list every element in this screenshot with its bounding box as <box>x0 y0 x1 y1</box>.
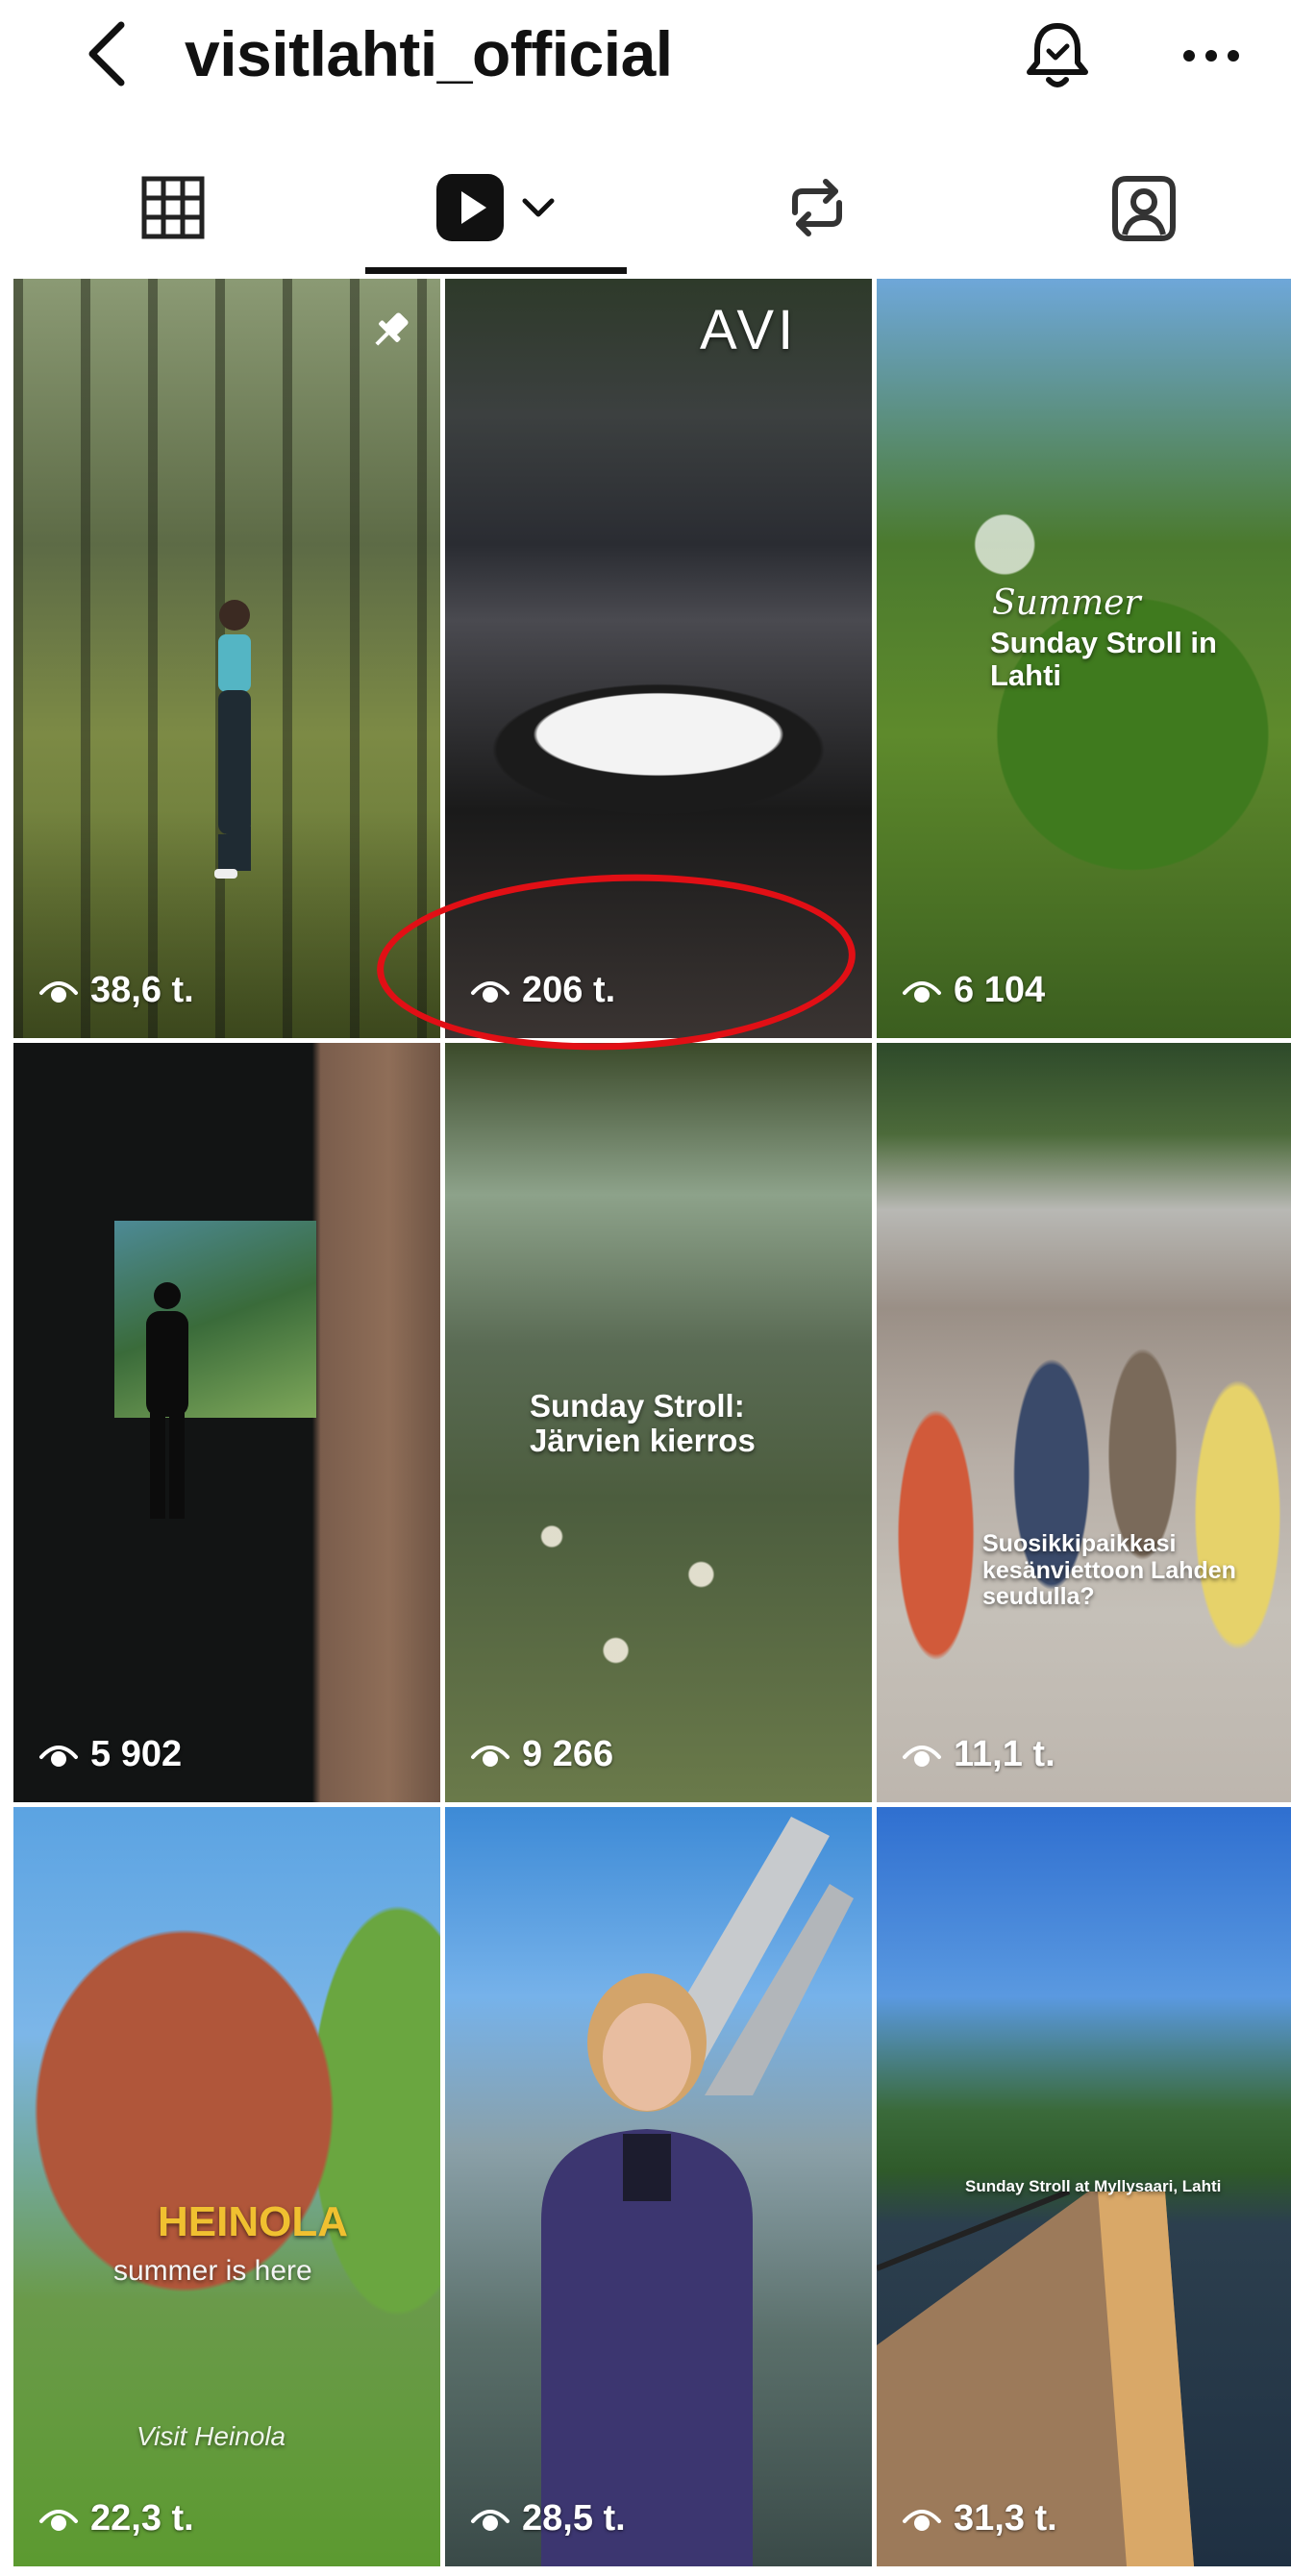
visit-heinola-logo: Visit Heinola <box>137 2421 286 2451</box>
overlay-title: Sunday Stroll: Järvien kierros <box>530 1388 756 1459</box>
view-count: 206 t. <box>470 970 615 1011</box>
view-count: 31,3 t. <box>902 2498 1057 2539</box>
notifications-button[interactable] <box>1019 17 1096 94</box>
venue-sign: AVI <box>700 299 798 361</box>
reel-thumbnail[interactable]: 5 902 <box>13 1043 440 1802</box>
overlay-title: HEINOLA <box>158 2198 348 2245</box>
profile-tabs <box>0 144 1291 277</box>
back-button[interactable] <box>77 17 135 90</box>
heinola-tree-image <box>13 1807 440 2566</box>
eye-icon <box>39 1745 78 1767</box>
eye-icon <box>39 2509 78 2531</box>
view-count: 5 902 <box>38 1734 182 1775</box>
eye-icon <box>471 980 509 1003</box>
runner-figure <box>214 600 251 879</box>
tab-reposts[interactable] <box>740 144 894 271</box>
overlay-title: Sunday Stroll at Myllysaari, Lahti <box>965 2177 1222 2195</box>
view-count: 9 266 <box>470 1734 613 1775</box>
reel-thumbnail[interactable]: Sunday Stroll at Myllysaari, Lahti 31,3 … <box>877 1807 1291 2566</box>
reel-thumbnail[interactable]: Suosikkipaikkasi kesänviettoon Lahden se… <box>877 1043 1291 1802</box>
repost-icon <box>792 179 842 236</box>
more-options-button[interactable] <box>1173 17 1250 94</box>
eye-icon <box>471 2509 509 2531</box>
tab-reels[interactable] <box>365 144 625 271</box>
eye-icon <box>903 2509 941 2531</box>
gallery-silhouette-image <box>13 1043 440 1802</box>
eye-icon <box>903 1745 941 1767</box>
view-count: 22,3 t. <box>38 2498 194 2539</box>
reel-thumbnail[interactable]: Summer Sunday Stroll in Lahti 6 104 <box>877 279 1291 1038</box>
reel-thumbnail[interactable]: Sunday Stroll: Järvien kierros 9 266 <box>445 1043 872 1802</box>
profile-header: visitlahti_official <box>0 0 1291 115</box>
active-tab-indicator <box>365 267 627 274</box>
reels-grid: 38,6 t. AVI 206 t. Summer Sunday Stroll … <box>13 279 1291 2576</box>
bell-icon <box>1027 23 1088 87</box>
eye-icon <box>39 980 78 1003</box>
hot-tub-crowd-image <box>445 279 872 1038</box>
overlay-title: Suosikkipaikkasi kesänviettoon Lahden se… <box>982 1530 1236 1610</box>
overlay-title: Sunday Stroll in Lahti <box>990 626 1217 693</box>
tab-posts-grid[interactable] <box>96 144 250 271</box>
grid-icon <box>141 176 205 239</box>
woman-figure <box>541 1973 753 2566</box>
reel-thumbnail[interactable]: 38,6 t. <box>13 279 440 1038</box>
profile-username: visitlahti_official <box>185 18 673 89</box>
reel-thumbnail[interactable]: 28,5 t. <box>445 1807 872 2566</box>
tagged-user-icon <box>1112 176 1176 241</box>
view-count: 38,6 t. <box>38 970 194 1011</box>
eye-icon <box>471 1745 509 1767</box>
reel-thumbnail[interactable]: AVI 206 t. <box>445 279 872 1038</box>
overlay-script-text: Summer <box>992 583 1141 623</box>
reels-play-icon <box>436 174 504 241</box>
view-count: 6 104 <box>902 970 1045 1011</box>
view-count: 11,1 t. <box>902 1734 1055 1775</box>
pin-icon <box>375 312 409 346</box>
tab-tagged[interactable] <box>1067 144 1221 271</box>
eye-icon <box>903 980 941 1003</box>
person-silhouette <box>146 1282 188 1519</box>
chevron-down-icon <box>522 198 555 217</box>
overlay-subtitle: summer is here <box>113 2255 312 2287</box>
more-horizontal-icon <box>1183 50 1239 62</box>
people-group-shape <box>886 1293 1291 1697</box>
view-count: 28,5 t. <box>470 2498 626 2539</box>
chevron-left-icon <box>88 21 125 87</box>
reel-thumbnail[interactable]: HEINOLA summer is here Visit Heinola 22,… <box>13 1807 440 2566</box>
